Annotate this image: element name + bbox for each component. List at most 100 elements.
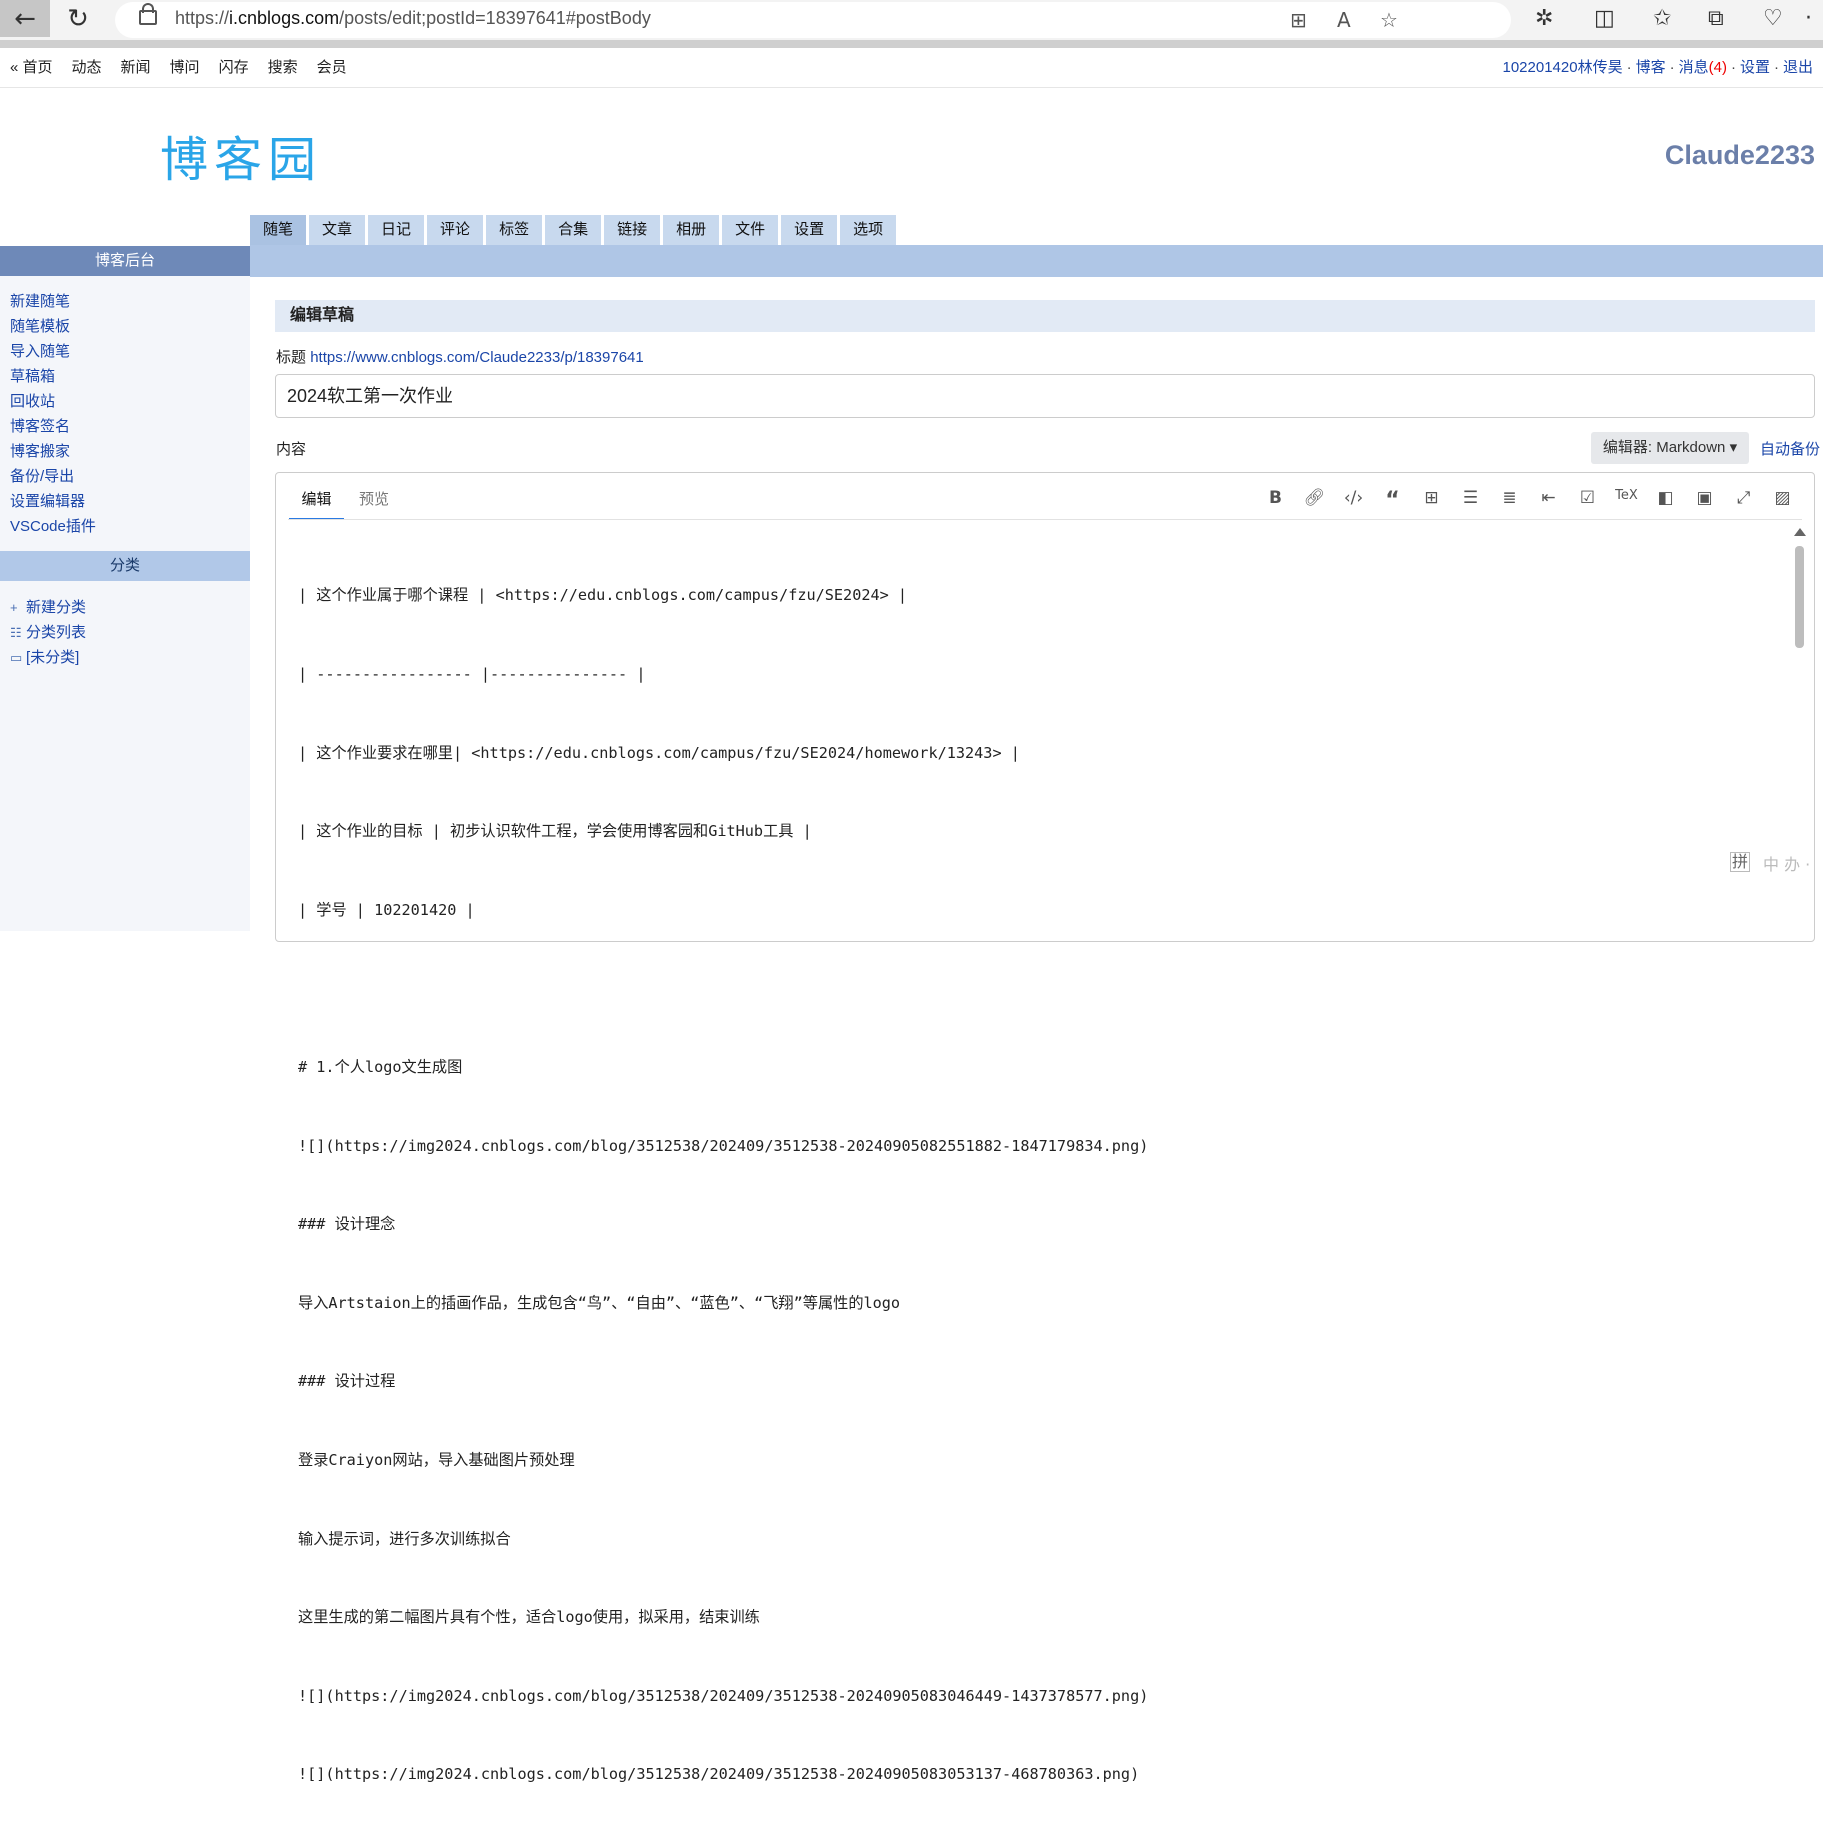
ime-indicator: 拼: [1730, 852, 1750, 872]
sidebar-item-post-template[interactable]: 随笔模板: [10, 314, 96, 339]
url-text[interactable]: https://i.cnblogs.com/posts/edit;postId=…: [175, 8, 651, 29]
sidebar-item-recycle-bin[interactable]: 回收站: [10, 389, 96, 414]
collections-icon[interactable]: ⧉: [1708, 6, 1724, 31]
page-load-bar: [0, 40, 1823, 48]
fullscreen-icon[interactable]: ⤢: [1724, 488, 1763, 513]
nav-member[interactable]: 会员: [317, 59, 347, 76]
category-header: 分类: [0, 551, 250, 581]
page-title: 编辑草稿: [275, 300, 1815, 332]
sidebar-item-drafts[interactable]: 草稿箱: [10, 364, 96, 389]
nav-dynamic[interactable]: 动态: [72, 59, 102, 76]
tab-tags[interactable]: 标签: [486, 215, 543, 245]
editor-scrollbar[interactable]: [1794, 528, 1806, 938]
tab-links[interactable]: 链接: [604, 215, 661, 245]
nav-news[interactable]: 新闻: [121, 59, 151, 76]
tab-edit[interactable]: 编辑: [289, 488, 344, 520]
divider: [288, 519, 1802, 520]
folder-icon: ▭: [10, 650, 23, 665]
tab-diary[interactable]: 日记: [368, 215, 425, 245]
sidebar-item-signature[interactable]: 博客签名: [10, 414, 96, 439]
numbered-list-icon[interactable]: ≣: [1490, 488, 1529, 513]
extensions-icon[interactable]: ✲: [1535, 6, 1553, 31]
bullet-list-icon[interactable]: ☰: [1451, 488, 1490, 513]
url-scheme: https://: [175, 8, 230, 28]
category-item-uncategorized[interactable]: ▭ [未分类]: [10, 645, 86, 670]
apps-icon[interactable]: ⊞: [1290, 8, 1307, 32]
table-icon[interactable]: ⊞: [1412, 488, 1451, 513]
lock-icon: [139, 3, 157, 25]
image-icon[interactable]: ▨: [1763, 488, 1802, 513]
tab-settings[interactable]: 设置: [781, 215, 838, 245]
favorites-icon[interactable]: ✩: [1653, 6, 1671, 31]
autosave-link[interactable]: 自动备份: [1760, 438, 1820, 459]
code-icon[interactable]: ‹/›: [1334, 488, 1373, 513]
sidebar-item-editor-settings[interactable]: 设置编辑器: [10, 489, 96, 514]
site-nav: « 首页 动态 新闻 博问 闪存 搜索 会员: [10, 56, 366, 77]
settings-link[interactable]: 设置: [1740, 59, 1770, 76]
sidebar-item-vscode[interactable]: VSCode插件: [10, 514, 96, 539]
code-line: ![](https://img2024.cnblogs.com/blog/351…: [298, 1765, 1140, 1784]
category-label: 新建分类: [26, 599, 87, 616]
split-view-icon[interactable]: ◧: [1646, 488, 1685, 513]
save-icon[interactable]: ▣: [1685, 488, 1724, 513]
code-line: ### 设计过程: [298, 1372, 396, 1391]
post-permalink[interactable]: https://www.cnblogs.com/Claude2233/p/183…: [310, 349, 644, 366]
ime-status-text: 中 办 ·: [1763, 855, 1811, 874]
sidebar-item-import[interactable]: 导入随笔: [10, 339, 96, 364]
back-button[interactable]: ←: [0, 0, 50, 37]
plus-icon: +: [10, 600, 18, 615]
refresh-icon: ↻: [67, 3, 89, 34]
nav-flash[interactable]: 闪存: [219, 59, 249, 76]
code-line: | ----------------- |--------------- |: [298, 665, 646, 683]
sidebar-item-migrate[interactable]: 博客搬家: [10, 439, 96, 464]
nav-home[interactable]: « 首页: [10, 59, 53, 76]
scrollbar-thumb[interactable]: [1795, 546, 1804, 648]
markdown-textarea[interactable]: | 这个作业属于哪个课程 | <https://edu.cnblogs.com/…: [298, 530, 1148, 1840]
split-screen-icon[interactable]: ◫: [1594, 6, 1615, 31]
tab-posts[interactable]: 随笔: [250, 215, 307, 245]
tab-articles[interactable]: 文章: [309, 215, 366, 245]
title-input[interactable]: 2024软工第一次作业: [275, 374, 1815, 418]
code-line: ![](https://img2024.cnblogs.com/blog/351…: [298, 1136, 1149, 1155]
link-icon[interactable]: 🔗︎: [1295, 488, 1334, 513]
read-aloud-icon[interactable]: A: [1337, 8, 1351, 32]
sidebar-item-new-post[interactable]: 新建随笔: [10, 289, 96, 314]
favorite-star-icon[interactable]: ☆: [1380, 8, 1398, 32]
tab-files[interactable]: 文件: [722, 215, 779, 245]
task-list-icon[interactable]: ☑: [1568, 488, 1607, 513]
separator: ·: [1626, 59, 1632, 76]
scroll-up-arrow-icon[interactable]: [1794, 528, 1806, 536]
editor-type-dropdown[interactable]: 编辑器: Markdown ▾: [1591, 432, 1749, 464]
tab-albums[interactable]: 相册: [663, 215, 720, 245]
more-icon[interactable]: ·: [1805, 6, 1812, 31]
tab-preview[interactable]: 预览: [359, 488, 389, 509]
tab-comments[interactable]: 评论: [427, 215, 484, 245]
blog-name[interactable]: Claude2233: [1665, 140, 1815, 171]
message-count-badge[interactable]: (4): [1709, 59, 1727, 76]
refresh-button[interactable]: ↻: [54, 0, 102, 37]
tab-options[interactable]: 选项: [840, 215, 897, 245]
nav-qa[interactable]: 博问: [170, 59, 200, 76]
code-line: ![](https://img2024.cnblogs.com/blog/351…: [298, 1686, 1149, 1705]
browser-essentials-icon[interactable]: ♡: [1763, 6, 1783, 31]
quote-icon[interactable]: “: [1373, 488, 1412, 513]
username-link[interactable]: 102201420林传昊: [1503, 59, 1623, 76]
address-bar[interactable]: https://i.cnblogs.com/posts/edit;postId=…: [115, 2, 1511, 38]
category-item-new[interactable]: + 新建分类: [10, 595, 86, 620]
category-label: [未分类]: [26, 649, 80, 666]
indent-icon[interactable]: ⇤: [1529, 488, 1568, 513]
tab-collections[interactable]: 合集: [545, 215, 602, 245]
sidebar-item-backup[interactable]: 备份/导出: [10, 464, 96, 489]
blog-link[interactable]: 博客: [1636, 59, 1666, 76]
logout-link[interactable]: 退出: [1783, 59, 1813, 76]
bold-icon[interactable]: B: [1256, 488, 1295, 513]
code-line: 导入Artstaion上的插画作品，生成包含“鸟”、“自由”、“蓝色”、“飞翔”…: [298, 1293, 901, 1312]
category-item-list[interactable]: ☷ 分类列表: [10, 620, 86, 645]
arrow-left-icon: ←: [14, 3, 36, 34]
nav-search[interactable]: 搜索: [268, 59, 298, 76]
tex-icon[interactable]: TeX: [1607, 488, 1646, 513]
code-line: | 这个作业属于哪个课程 | <https://edu.cnblogs.com/…: [298, 586, 908, 605]
messages-link[interactable]: 消息: [1679, 59, 1709, 76]
cnblogs-logo[interactable]: 博客园: [160, 120, 322, 190]
